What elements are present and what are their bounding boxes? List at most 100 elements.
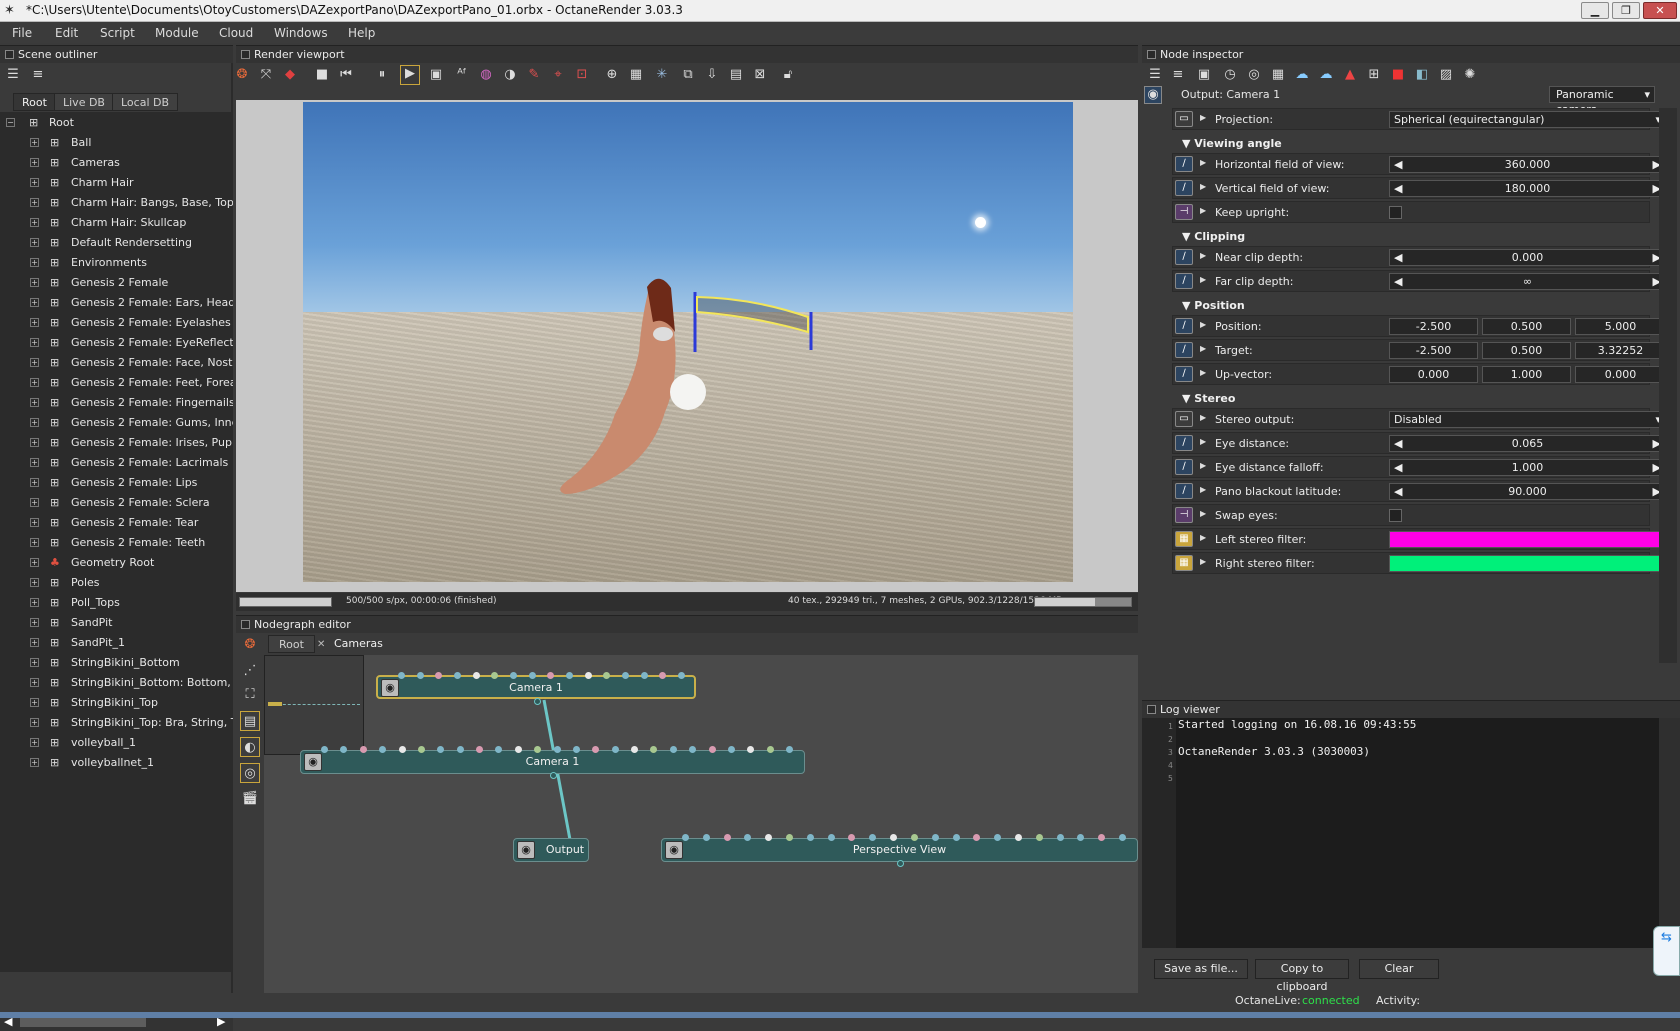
- input-pin[interactable]: [994, 834, 1002, 841]
- input-pin[interactable]: [553, 746, 561, 753]
- grid-icon[interactable]: ▦: [1270, 67, 1286, 83]
- tree-item[interactable]: + ⊞ Poles: [0, 573, 233, 593]
- expand-icon[interactable]: +: [30, 258, 39, 267]
- tree-item[interactable]: + ⊞ Charm Hair: [0, 173, 233, 193]
- section-position[interactable]: ▼ Position: [1182, 299, 1245, 312]
- expand-icon[interactable]: +: [30, 278, 39, 287]
- section-viewing-angle[interactable]: ▼ Viewing angle: [1182, 137, 1282, 150]
- expand-icon[interactable]: +: [30, 438, 39, 447]
- tree-item[interactable]: + ⊞ StringBikini_Top: Bra, String, Trim: [0, 713, 233, 733]
- ng-tab-root[interactable]: Root: [268, 635, 315, 653]
- expand-icon[interactable]: +: [30, 238, 39, 247]
- decrement-icon[interactable]: ◀: [1394, 436, 1402, 451]
- input-pin[interactable]: [973, 834, 981, 841]
- input-pin[interactable]: [910, 834, 918, 841]
- tree-item[interactable]: + ⊞ Genesis 2 Female: [0, 273, 233, 293]
- red-cube-icon[interactable]: ■: [1390, 67, 1406, 83]
- expand-icon[interactable]: +: [30, 718, 39, 727]
- input-pin[interactable]: [491, 672, 499, 679]
- menu-edit[interactable]: Edit: [55, 26, 78, 40]
- minimize-button[interactable]: ▁: [1581, 2, 1609, 19]
- clapper-icon[interactable]: 🎬︎: [240, 789, 260, 809]
- input-pin[interactable]: [547, 672, 555, 679]
- camera-type-select[interactable]: Panoramic camera ▾: [1549, 86, 1655, 116]
- position-x-field[interactable]: -2.500: [1389, 318, 1478, 335]
- panel-float-icon[interactable]: [1147, 50, 1156, 59]
- target-y-field[interactable]: 0.500: [1482, 342, 1571, 359]
- input-pin[interactable]: [1098, 834, 1106, 841]
- keep-upright-checkbox[interactable]: [1389, 206, 1402, 219]
- input-pin[interactable]: [786, 834, 794, 841]
- camera-tool-icon[interactable]: ◎: [1246, 67, 1262, 83]
- tree-item[interactable]: + ⊞ Charm Hair: Bangs, Base, Top, Wi: [0, 193, 233, 213]
- pano-blackout-slider[interactable]: ◀ 90.000 ▶: [1389, 483, 1666, 500]
- pause-icon[interactable]: ⏸: [374, 67, 390, 83]
- up-z-field[interactable]: 0.000: [1575, 366, 1666, 383]
- expand-arrow-icon[interactable]: ▶: [1200, 485, 1206, 494]
- decrement-icon[interactable]: ◀: [1394, 250, 1402, 265]
- input-pin[interactable]: [678, 672, 685, 679]
- expand-arrow-icon[interactable]: ▶: [1200, 413, 1206, 422]
- input-pin[interactable]: [682, 834, 689, 841]
- input-pin[interactable]: [650, 746, 658, 753]
- tree-item[interactable]: + ♣ Geometry Root: [0, 553, 233, 573]
- decrement-icon[interactable]: ◀: [1394, 157, 1402, 172]
- cube-icon[interactable]: ◆: [282, 67, 298, 83]
- expand-icon[interactable]: +: [30, 698, 39, 707]
- tree-item[interactable]: + ⊞ volleyball_1: [0, 733, 233, 753]
- render-area[interactable]: [236, 100, 1138, 592]
- nodegraph-canvas[interactable]: ◉ Camera 1 ◉ Camera 1 ◉ Output ◉ Perspec…: [264, 655, 1138, 993]
- input-pin[interactable]: [528, 672, 536, 679]
- picture-icon[interactable]: ▨: [1438, 67, 1454, 83]
- input-pin[interactable]: [766, 746, 774, 753]
- scroll-thumb[interactable]: [20, 1017, 146, 1027]
- tree-root[interactable]: − ⊞ Root: [0, 113, 233, 133]
- input-pin[interactable]: [572, 746, 580, 753]
- expand-icon[interactable]: +: [30, 618, 39, 627]
- input-pin[interactable]: [952, 834, 960, 841]
- log-text-area[interactable]: 1 2 3 4 5 Started logging on 16.08.16 09…: [1142, 718, 1659, 948]
- collapse-all-icon[interactable]: ≡: [30, 67, 46, 83]
- section-stereo[interactable]: ▼ Stereo: [1182, 392, 1235, 405]
- input-pin[interactable]: [827, 834, 835, 841]
- color-picker-icon[interactable]: ◍: [478, 67, 494, 83]
- lock-icon[interactable]: 🔓︎: [780, 67, 796, 83]
- expand-icon[interactable]: +: [30, 318, 39, 327]
- input-pin[interactable]: [747, 746, 755, 753]
- expand-icon[interactable]: +: [30, 598, 39, 607]
- menu-windows[interactable]: Windows: [274, 26, 328, 40]
- tree-item[interactable]: + ⊞ Charm Hair: Skullcap: [0, 213, 233, 233]
- expand-icon[interactable]: +: [30, 498, 39, 507]
- input-pin[interactable]: [437, 746, 445, 753]
- tab-root[interactable]: Root: [13, 93, 56, 111]
- recompile-icon[interactable]: ❂: [234, 67, 250, 83]
- maximize-button[interactable]: ❐: [1612, 2, 1640, 19]
- input-pin[interactable]: [454, 672, 461, 679]
- left-filter-swatch[interactable]: [1389, 531, 1666, 548]
- tree-item[interactable]: + ⊞ Genesis 2 Female: Teeth: [0, 533, 233, 553]
- arrange-icon[interactable]: ⋰: [240, 661, 260, 681]
- output-node[interactable]: ◉ Output: [513, 838, 589, 862]
- tree-item[interactable]: + ⊞ Genesis 2 Female: Tear: [0, 513, 233, 533]
- tab-live-db[interactable]: Live DB: [54, 93, 114, 111]
- input-pin[interactable]: [417, 746, 425, 753]
- expand-icon[interactable]: +: [30, 298, 39, 307]
- expand-arrow-icon[interactable]: ▶: [1200, 368, 1206, 377]
- export-icon[interactable]: ⊠: [752, 67, 768, 83]
- white-balance-icon[interactable]: ◑: [502, 67, 518, 83]
- tree-item[interactable]: + ⊞ Ball: [0, 133, 233, 153]
- expand-arrow-icon[interactable]: ▶: [1200, 320, 1206, 329]
- stereo-output-select[interactable]: Disabled ▾: [1389, 411, 1666, 428]
- input-pin[interactable]: [848, 834, 856, 841]
- expand-arrow-icon[interactable]: ▶: [1200, 344, 1206, 353]
- input-pin[interactable]: [1077, 834, 1085, 841]
- input-pin[interactable]: [416, 672, 424, 679]
- input-pin[interactable]: [592, 746, 600, 753]
- collapse-icon[interactable]: −: [6, 118, 15, 127]
- input-pin[interactable]: [659, 672, 667, 679]
- box-icon[interactable]: ◧: [1414, 67, 1430, 83]
- copy-render-icon[interactable]: ⧉: [680, 67, 696, 83]
- stop-icon[interactable]: ■: [314, 67, 330, 83]
- camera-node-icon[interactable]: ◎: [240, 763, 260, 783]
- recenter-icon[interactable]: ❂: [240, 635, 260, 655]
